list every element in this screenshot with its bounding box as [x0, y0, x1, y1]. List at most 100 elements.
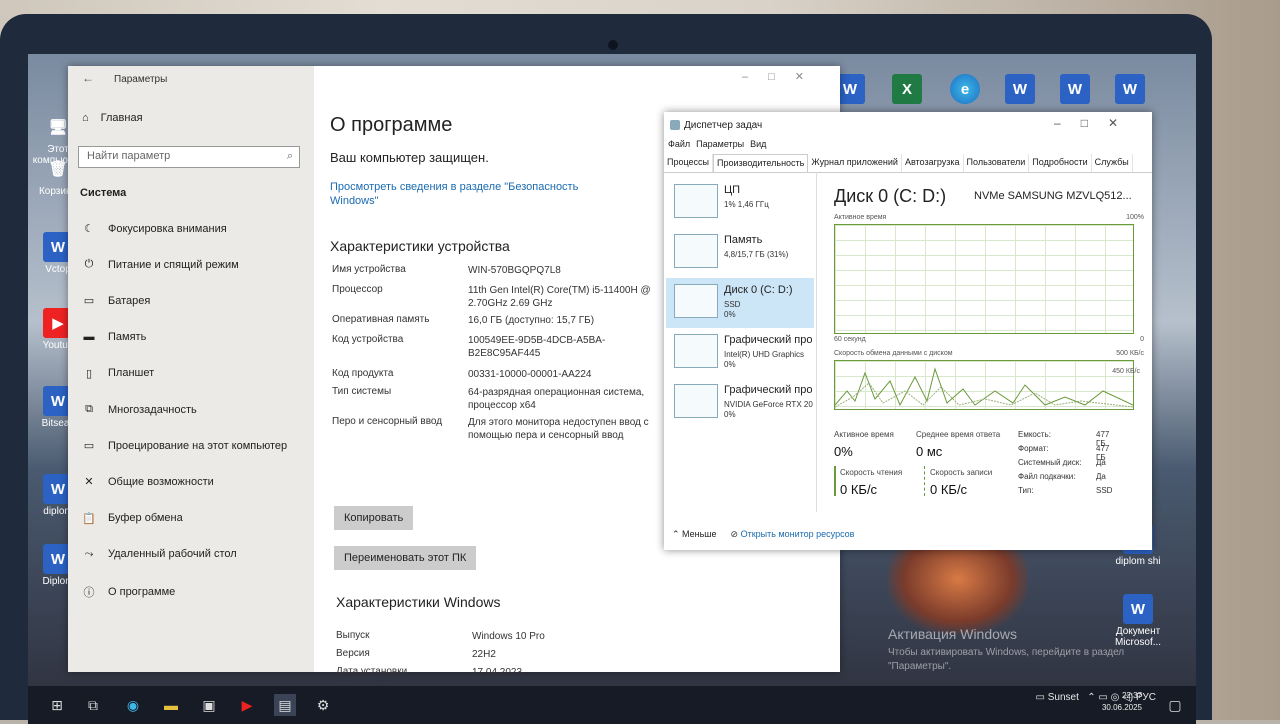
read-speed-label: Скорость чтения [840, 468, 903, 477]
write-speed-label: Скорость записи [930, 468, 993, 477]
nav-item[interactable]: 📋 Буфер обмена [82, 512, 183, 525]
resource-item[interactable]: Графический про NVIDIA GeForce RTX 20 0% [666, 378, 814, 428]
resource-item[interactable]: Графический про Intel(R) UHD Graphics 0% [666, 328, 814, 378]
device-header: Характеристики устройства [330, 238, 510, 254]
resource-item[interactable]: ЦП 1% 1,46 ГГц [666, 178, 814, 228]
moon-icon: ☾ [84, 223, 94, 235]
nav-item[interactable]: ▭ Проецирование на этот компьютер [82, 439, 288, 453]
resource-detail: NVIDIA GeForce RTX 20 [724, 400, 813, 409]
tm-tab[interactable]: Пользователи [964, 154, 1030, 172]
task-view-icon[interactable]: ⧉ [82, 694, 104, 716]
weather-label[interactable]: Sunset [1048, 692, 1079, 703]
clock[interactable]: 22:37 30.06.2025 [1102, 690, 1142, 714]
word-icon: W [1115, 74, 1145, 104]
resource-item[interactable]: Память 4,8/15,7 ГБ (31%) [666, 228, 814, 278]
resource-name: Диск 0 (C: D:) [724, 284, 793, 296]
clock-date: 30.06.2025 [1101, 703, 1142, 712]
transfer-rate-graph [834, 360, 1134, 410]
tm-window-controls[interactable]: –□✕ [1054, 116, 1138, 130]
nav-item-label: Многозадачность [108, 403, 197, 416]
tm-menu-item[interactable]: Вид [750, 139, 766, 149]
graph1-max: 100% [1126, 214, 1144, 221]
rename-pc-button[interactable]: Переименовать этот ПК [334, 546, 477, 570]
resource-detail: 1% 1,46 ГГц [724, 200, 769, 209]
disk-title: Диск 0 (C: D:) [834, 186, 947, 206]
resource-thumbnail [674, 384, 718, 418]
nav-item[interactable]: ▬ Память [82, 330, 147, 343]
nav-home[interactable]: ⌂ Главная [82, 112, 143, 124]
edge-icon[interactable]: ◉ [122, 694, 144, 716]
nav-item-label: Буфер обмена [108, 512, 183, 525]
screen: WXeWWW 🖥 Этот компьютер 🗑 Корзина W Vctop ▶ You… [28, 54, 1196, 724]
nav-item-label: Проецирование на этот компьютер [108, 439, 288, 452]
task-manager-icon [670, 120, 680, 130]
nav-item-label: Планшет [108, 367, 155, 380]
tm-tab[interactable]: Производительность [713, 154, 809, 172]
tm-menu-item[interactable]: Параметры [696, 139, 744, 149]
webcam [608, 40, 618, 50]
resource-monitor-link[interactable]: ⊘ Открыть монитор ресурсов [731, 529, 855, 540]
nav-item-label: Общие возможности [108, 475, 214, 488]
taskmgr-taskbar-icon[interactable]: ▤ [274, 694, 296, 716]
monitor-label: Открыть монитор ресурсов [740, 529, 855, 539]
desktop-top-icon[interactable]: X [877, 74, 937, 106]
notification-icon[interactable]: ▢ [1164, 694, 1186, 716]
search-placeholder: Найти параметр [87, 150, 171, 162]
active-time-value: 0% [834, 444, 853, 459]
desktop-icon[interactable]: W Документ Microsof... [1108, 594, 1168, 648]
nav-item-label: Питание и спящий режим [108, 258, 239, 271]
monitor-icon: ⊘ [730, 529, 741, 539]
weather-icon[interactable]: ▭ [1036, 692, 1048, 703]
start-icon[interactable]: ⊞ [46, 694, 68, 716]
tm-tab[interactable]: Журнал приложений [808, 154, 902, 172]
back-arrow-icon[interactable]: ← [82, 71, 94, 85]
nav-item[interactable]: ⓘ О программе [82, 584, 176, 600]
tray-arrow-icon[interactable]: ⌃ [1087, 692, 1095, 703]
nav-item[interactable]: ▭ Батарея [82, 294, 151, 308]
tm-tab[interactable]: Подробности [1029, 154, 1092, 172]
graph1-label: Активное время [834, 214, 887, 221]
resource-usage: 0% [724, 360, 736, 369]
spec-key: Процессор [332, 284, 383, 295]
nav-item[interactable]: ⏻ Питание и спящий режим [82, 258, 239, 271]
active-time-label: Активное время [834, 430, 894, 439]
tm-tab[interactable]: Службы [1092, 154, 1133, 172]
resource-item[interactable]: Диск 0 (C: D:) SSD 0% [666, 278, 814, 328]
desktop-top-icon[interactable]: e [935, 74, 995, 106]
search-input[interactable]: Найти параметр ⌕ [78, 146, 300, 168]
nav-item[interactable]: ▯ Планшет [82, 367, 154, 380]
youtube-icon[interactable]: ▶ [236, 694, 258, 716]
laptop-bezel: WXeWWW 🖥 Этот компьютер 🗑 Корзина W Vctop ▶ You… [0, 14, 1212, 724]
tm-tab[interactable]: Процессы [664, 154, 714, 172]
spec-value: 11th Gen Intel(R) Core(TM) i5-11400H @ 2… [468, 285, 651, 309]
resource-name: Память [724, 234, 763, 246]
tm-footer: ⌃ Меньше ⊘ Открыть монитор ресурсов [672, 529, 854, 540]
disk-info-value: SSD [1096, 486, 1113, 495]
nav-item[interactable]: ⧉ Многозадачность [82, 403, 197, 416]
settings-gear-icon[interactable]: ⚙ [312, 694, 334, 716]
store-icon[interactable]: ▣ [198, 694, 220, 716]
tm-menu-item[interactable]: Файл [668, 139, 690, 149]
graph1-zero: 0 [1140, 336, 1144, 343]
multitask-icon: ⧉ [85, 403, 93, 415]
desktop-top-icon[interactable]: W [1100, 74, 1160, 106]
nav-item[interactable]: ✕ Общие возможности [82, 475, 214, 489]
spec-key: Тип системы [332, 386, 392, 397]
task-manager-title: Диспетчер задач [684, 120, 763, 131]
spec-value: Windows 10 Pro [472, 631, 545, 642]
disk-info-value: Да [1096, 458, 1106, 467]
window-controls[interactable]: –□✕ [742, 70, 824, 83]
nav-item[interactable]: ☾ Фокусировка внимания [82, 222, 227, 236]
security-link[interactable]: Просмотреть сведения в разделе "Безопасн… [330, 180, 590, 208]
nav-item[interactable]: ⤳ Удаленный рабочий стол [82, 548, 237, 561]
explorer-icon[interactable]: ▬ [160, 694, 182, 716]
page-title: О программе [330, 114, 453, 136]
tm-tab[interactable]: Автозагрузка [902, 154, 964, 172]
desktop-top-icon[interactable]: W [1045, 74, 1105, 106]
less-details-link[interactable]: ⌃ Меньше [672, 529, 717, 540]
nav-item-label: Память [108, 330, 147, 343]
resource-thumbnail [674, 284, 718, 318]
desktop-top-icon[interactable]: W [990, 74, 1050, 106]
word-icon: W [1123, 594, 1153, 624]
copy-button[interactable]: Копировать [334, 506, 414, 530]
